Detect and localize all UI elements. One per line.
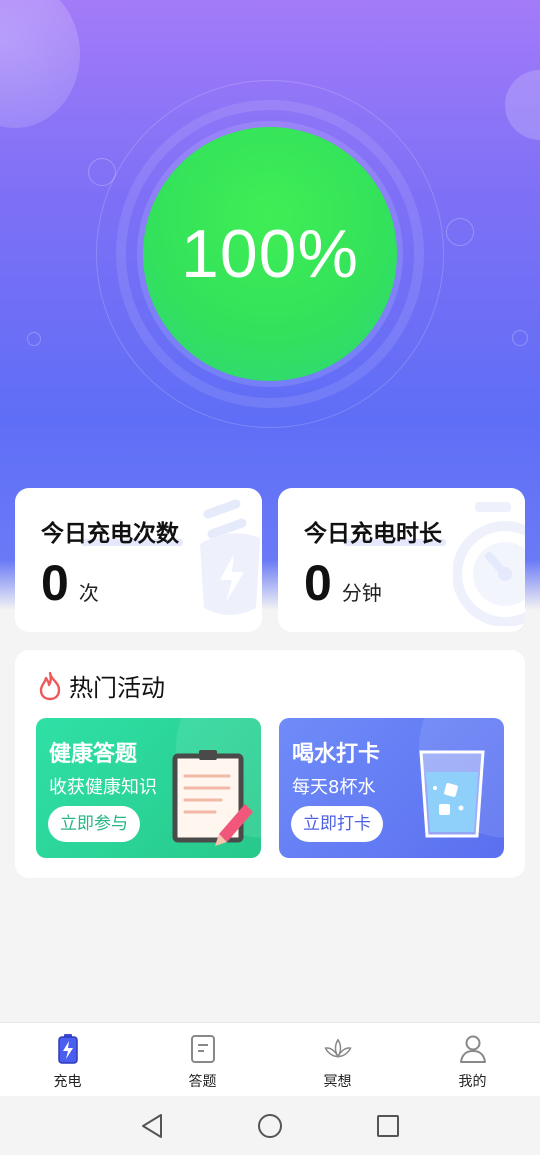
stopwatch-icon <box>453 502 525 626</box>
water-checkin-button[interactable]: 立即打卡 <box>291 806 383 842</box>
charge-duration-value-row: 0 分钟 <box>304 554 382 612</box>
person-icon <box>458 1033 488 1065</box>
health-quiz-card[interactable]: 健康答题 收获健康知识 立即参与 <box>36 718 261 858</box>
water-glass-icon <box>419 750 485 838</box>
document-icon <box>188 1033 218 1065</box>
tab-quiz[interactable]: 答题 <box>135 1023 270 1096</box>
water-checkin-title: 喝水打卡 <box>292 742 381 767</box>
charger-plug-icon <box>200 499 260 615</box>
home-circle-icon[interactable] <box>255 1111 285 1141</box>
health-quiz-title: 健康答题 <box>49 742 138 767</box>
hot-activities-header: 热门活动 <box>37 668 165 703</box>
lotus-icon <box>323 1033 353 1065</box>
charge-count-value-row: 0 次 <box>41 554 99 612</box>
water-checkin-card[interactable]: 喝水打卡 每天8杯水 立即打卡 <box>279 718 504 858</box>
charge-duration-unit: 分钟 <box>341 581 382 605</box>
decor-bubble <box>505 70 540 140</box>
charge-duration-card: 今日充电时长 0 分钟 <box>278 488 525 632</box>
hot-activities-section: 热门活动 健康答题 收获健康知识 立即参与 喝水打卡 每天8杯水 立即打卡 <box>15 650 525 878</box>
clipboard-pencil-icon <box>172 750 253 846</box>
battery-percent: 100% <box>181 216 359 292</box>
tab-meditation[interactable]: 冥想 <box>270 1023 405 1096</box>
tab-meditation-label: 冥想 <box>323 1074 352 1090</box>
tab-profile[interactable]: 我的 <box>405 1023 540 1096</box>
join-quiz-button[interactable]: 立即参与 <box>48 806 140 842</box>
tab-quiz-label: 答题 <box>188 1074 217 1090</box>
decor-bubble <box>0 0 80 128</box>
decor-bubble <box>446 218 474 246</box>
charge-count-card: 今日充电次数 0 次 <box>15 488 262 632</box>
health-quiz-subtitle: 收获健康知识 <box>49 777 157 798</box>
back-triangle-icon[interactable] <box>137 1111 167 1141</box>
water-checkin-subtitle: 每天8杯水 <box>292 777 376 798</box>
tab-charge[interactable]: 充电 <box>0 1023 135 1096</box>
flame-icon <box>39 671 61 700</box>
battery-level-ball: 100% <box>143 127 397 381</box>
charge-count-unit: 次 <box>78 581 99 605</box>
decor-bubble <box>27 332 41 346</box>
recents-square-icon[interactable] <box>373 1111 403 1141</box>
bottom-tab-bar: 充电 答题 冥想 我的 <box>0 1022 540 1096</box>
decor-bubble <box>512 330 528 346</box>
charge-duration-value: 0 <box>304 555 332 611</box>
charge-duration-title: 今日充电时长 <box>304 514 446 548</box>
charge-count-title: 今日充电次数 <box>41 514 183 548</box>
system-navigation-bar <box>0 1096 540 1155</box>
tab-profile-label: 我的 <box>458 1074 487 1090</box>
charge-count-value: 0 <box>41 555 69 611</box>
tab-charge-label: 充电 <box>53 1074 82 1090</box>
battery-icon <box>53 1033 83 1065</box>
hot-activities-title: 热门活动 <box>69 674 165 702</box>
